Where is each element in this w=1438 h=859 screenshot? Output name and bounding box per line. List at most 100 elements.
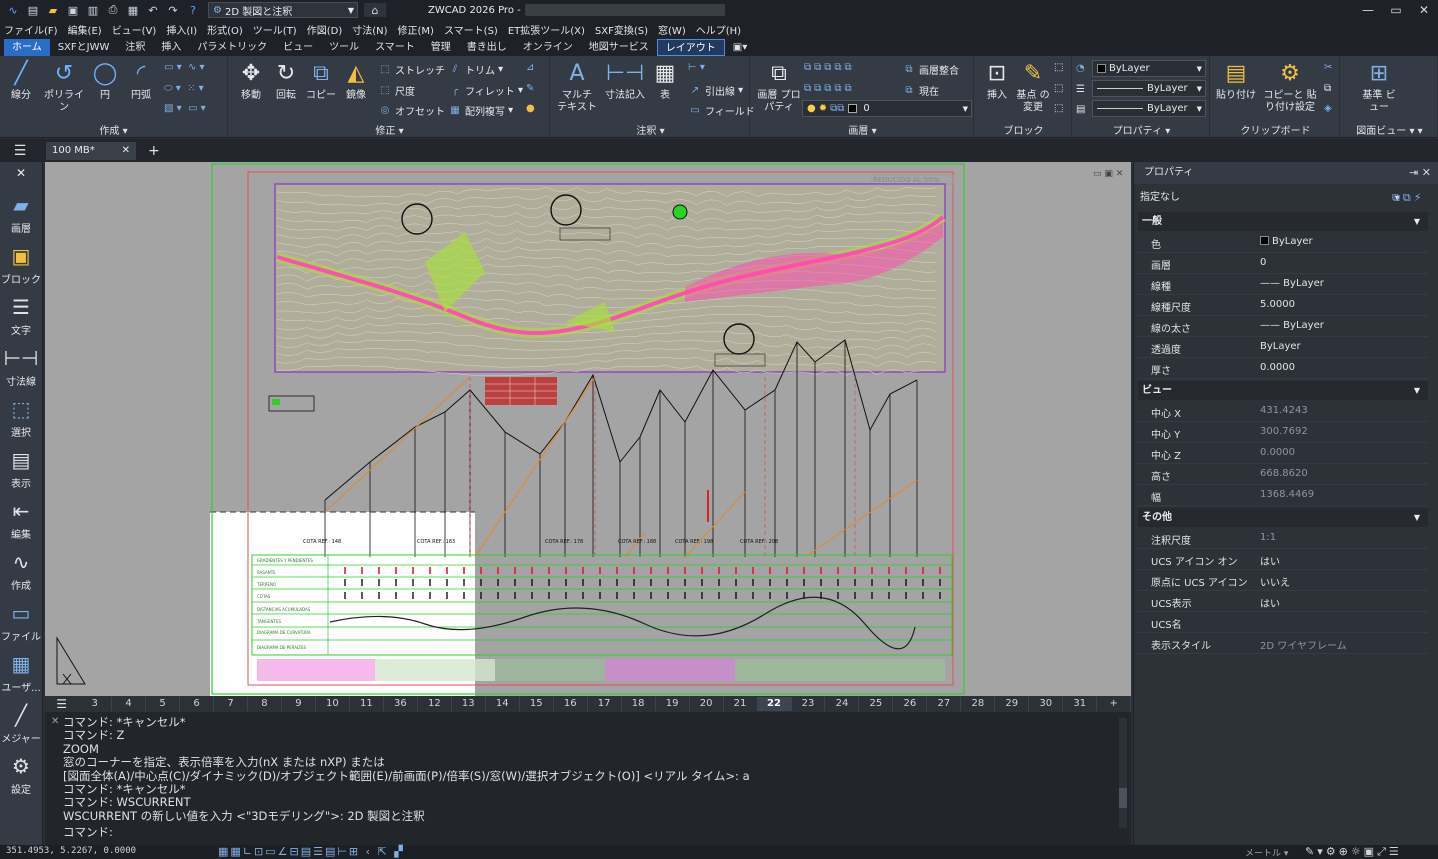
- section-general[interactable]: 一般 ▼: [1138, 212, 1428, 231]
- layout-tab[interactable]: 11: [350, 697, 384, 711]
- menu-item[interactable]: 寸法(N): [352, 22, 387, 37]
- property-row[interactable]: 中心 Z 0.0000: [1138, 443, 1428, 464]
- layout-tab[interactable]: 22: [757, 697, 792, 711]
- layout-tab[interactable]: 21: [724, 697, 758, 711]
- dimension-button[interactable]: ⊢⊣ 寸法記入: [602, 60, 648, 102]
- paste-button[interactable]: ▤ 貼り付け: [1216, 60, 1256, 102]
- menu-item[interactable]: 修正(M): [398, 22, 434, 37]
- side-tool-edit[interactable]: ⇤ 編集: [0, 496, 42, 541]
- mirror-button[interactable]: ◭ 鏡像: [340, 60, 372, 102]
- status-tools-icon[interactable]: ✎▾⚙⊕☼▣⤢☰: [1305, 845, 1402, 859]
- close-button[interactable]: ✕: [1410, 3, 1438, 17]
- property-row[interactable]: 透過度 ByLayer: [1138, 337, 1428, 358]
- ribbon-minimize-icon[interactable]: ▣▾: [733, 39, 747, 56]
- layout-tab[interactable]: 24: [825, 697, 860, 711]
- color-combo[interactable]: ByLayer ▼: [1092, 60, 1206, 77]
- add-document-icon[interactable]: +: [148, 143, 160, 159]
- command-scrollbar[interactable]: [1119, 718, 1127, 828]
- plot-icon[interactable]: ▦: [126, 3, 140, 17]
- drawing-area[interactable]: REDUCIDO AL 50% COTA REF.: 148 COTA REF.…: [45, 162, 1131, 696]
- units-label[interactable]: メートル ▾: [1245, 846, 1288, 859]
- property-row[interactable]: 厚さ 0.0000: [1138, 358, 1428, 379]
- block-attr-icon[interactable]: ⬚: [1054, 103, 1063, 114]
- explode-icon[interactable]: ✎: [526, 83, 534, 94]
- menu-item[interactable]: SXF変換(S): [595, 22, 648, 37]
- ribbon-tab[interactable]: パラメトリック: [189, 39, 275, 56]
- ribbon-tab[interactable]: 地図サービス: [581, 39, 657, 56]
- offset-button[interactable]: ◎ オフセット: [378, 103, 445, 119]
- property-row[interactable]: 線種 —— ByLayer: [1138, 274, 1428, 295]
- viewport-controls-icon[interactable]: ▭ ▣ ✕: [1093, 169, 1123, 179]
- app-logo-icon[interactable]: ∿: [6, 3, 20, 17]
- change-base-button[interactable]: ✎ 基点 の変更: [1016, 60, 1050, 114]
- stretch-button[interactable]: ⬚ ストレッチ: [378, 62, 445, 78]
- lineweight-combo[interactable]: ByLayer ▼: [1092, 100, 1206, 117]
- ellipse-icon[interactable]: ⬭ ▾ ⁙ ▾: [164, 83, 204, 94]
- side-tool-create[interactable]: ∿ 作成: [0, 547, 42, 592]
- copy-button[interactable]: ⧉ コピー: [304, 60, 338, 102]
- lineweight-icon[interactable]: ▤: [1076, 104, 1085, 115]
- layer-current-button[interactable]: ⧉ 現在: [902, 83, 939, 99]
- selection-dropdown[interactable]: 指定なし ▼: [1140, 189, 1400, 207]
- menu-item[interactable]: ツール(T): [253, 22, 297, 37]
- menu-item[interactable]: ファイル(F): [4, 22, 58, 37]
- fillet-button[interactable]: ╭ フィレット ▾: [448, 83, 523, 99]
- open-icon[interactable]: ▰: [46, 3, 60, 17]
- help-icon[interactable]: ?: [186, 3, 200, 17]
- property-row[interactable]: 幅 1368.4469: [1138, 485, 1428, 506]
- ribbon-tab[interactable]: SXFとJWW: [50, 39, 118, 56]
- ribbon-tab[interactable]: レイアウト: [656, 39, 725, 56]
- side-tool-user[interactable]: ▦ ユーザ...: [0, 649, 42, 694]
- layer-tools-row1-icon[interactable]: ⧉⧉⧉⧉⧉: [804, 62, 855, 73]
- minimize-button[interactable]: —: [1354, 3, 1382, 17]
- side-tool-layer[interactable]: ▰ 画層: [0, 190, 42, 235]
- layout-tab[interactable]: 25: [859, 697, 894, 711]
- maximize-button[interactable]: ▭: [1382, 3, 1410, 17]
- command-input[interactable]: コマンド:: [63, 824, 113, 840]
- menu-item[interactable]: ヘルプ(H): [696, 22, 741, 37]
- cut-icon[interactable]: ✂: [1324, 62, 1332, 73]
- side-tool-measure[interactable]: ╱ メジャー: [0, 700, 42, 745]
- layer-tools-row2-icon[interactable]: ⧉⧉⧉⧉⧉: [804, 83, 855, 94]
- layout-tab[interactable]: 28: [961, 697, 996, 711]
- table-button[interactable]: ▦ 表: [650, 60, 680, 102]
- layout-tab[interactable]: +: [1097, 697, 1132, 711]
- layout-menu-icon[interactable]: ☰: [45, 697, 78, 711]
- redo-icon[interactable]: ↷: [166, 3, 180, 17]
- block-edit-icon[interactable]: ⬚: [1054, 83, 1063, 94]
- document-tab[interactable]: 100 MB* ✕: [46, 141, 136, 160]
- layout-tab[interactable]: 19: [656, 697, 690, 711]
- rotate-button[interactable]: ↻ 回転: [270, 60, 302, 102]
- side-tool-select[interactable]: ⬚ 選択: [0, 394, 42, 439]
- line-button[interactable]: ╱ 線分: [4, 60, 38, 102]
- quick-select-icon[interactable]: ⧉⧉⚡: [1392, 191, 1424, 205]
- layout-tab[interactable]: 17: [588, 697, 622, 711]
- break-icon[interactable]: ●: [526, 103, 535, 114]
- hatch-icon[interactable]: ▧ ▾ ▭ ▾: [164, 103, 206, 114]
- property-row[interactable]: 画層 0: [1138, 253, 1428, 274]
- field-button[interactable]: ▭ フィールド: [688, 103, 755, 119]
- drafting-toggles-icon[interactable]: ▦▦∟⊡▭∠⊟▤☰▤⊢⊞ ‹ ⇱ ▞: [218, 845, 405, 858]
- trim-button[interactable]: ⫽ トリム ▾: [448, 62, 503, 78]
- erase-icon[interactable]: ⊿: [526, 62, 534, 73]
- menu-item[interactable]: 作図(D): [307, 22, 343, 37]
- drawing-canvas[interactable]: REDUCIDO AL 50% COTA REF.: 148 COTA REF.…: [45, 162, 1131, 696]
- panel-annotation-title[interactable]: 注釈 ▾: [552, 122, 749, 137]
- layout-tab[interactable]: 9: [282, 697, 316, 711]
- menu-item[interactable]: 窓(W): [658, 22, 686, 37]
- side-tool-settings[interactable]: ⚙ 設定: [0, 751, 42, 796]
- property-row[interactable]: UCS表示 はい: [1138, 591, 1428, 612]
- layout-tab[interactable]: 10: [316, 697, 350, 711]
- ribbon-tab[interactable]: 注釈: [117, 39, 153, 56]
- side-tool-text[interactable]: ☰ 文字: [0, 292, 42, 337]
- side-tool-block[interactable]: ▣ ブロック: [0, 241, 42, 286]
- leader-button[interactable]: ↗ 引出線 ▾: [688, 83, 743, 99]
- layout-tab[interactable]: 30: [1029, 697, 1064, 711]
- panel-block-title[interactable]: ブロック: [976, 122, 1071, 137]
- layout-tab[interactable]: 3: [78, 697, 113, 711]
- property-row[interactable]: 原点に UCS アイコン いいえ: [1138, 570, 1428, 591]
- menu-icon[interactable]: ☰: [0, 143, 40, 159]
- command-close-icon[interactable]: ✕: [51, 716, 59, 727]
- layout-tab[interactable]: 14: [486, 697, 520, 711]
- layout-tab[interactable]: 6: [180, 697, 215, 711]
